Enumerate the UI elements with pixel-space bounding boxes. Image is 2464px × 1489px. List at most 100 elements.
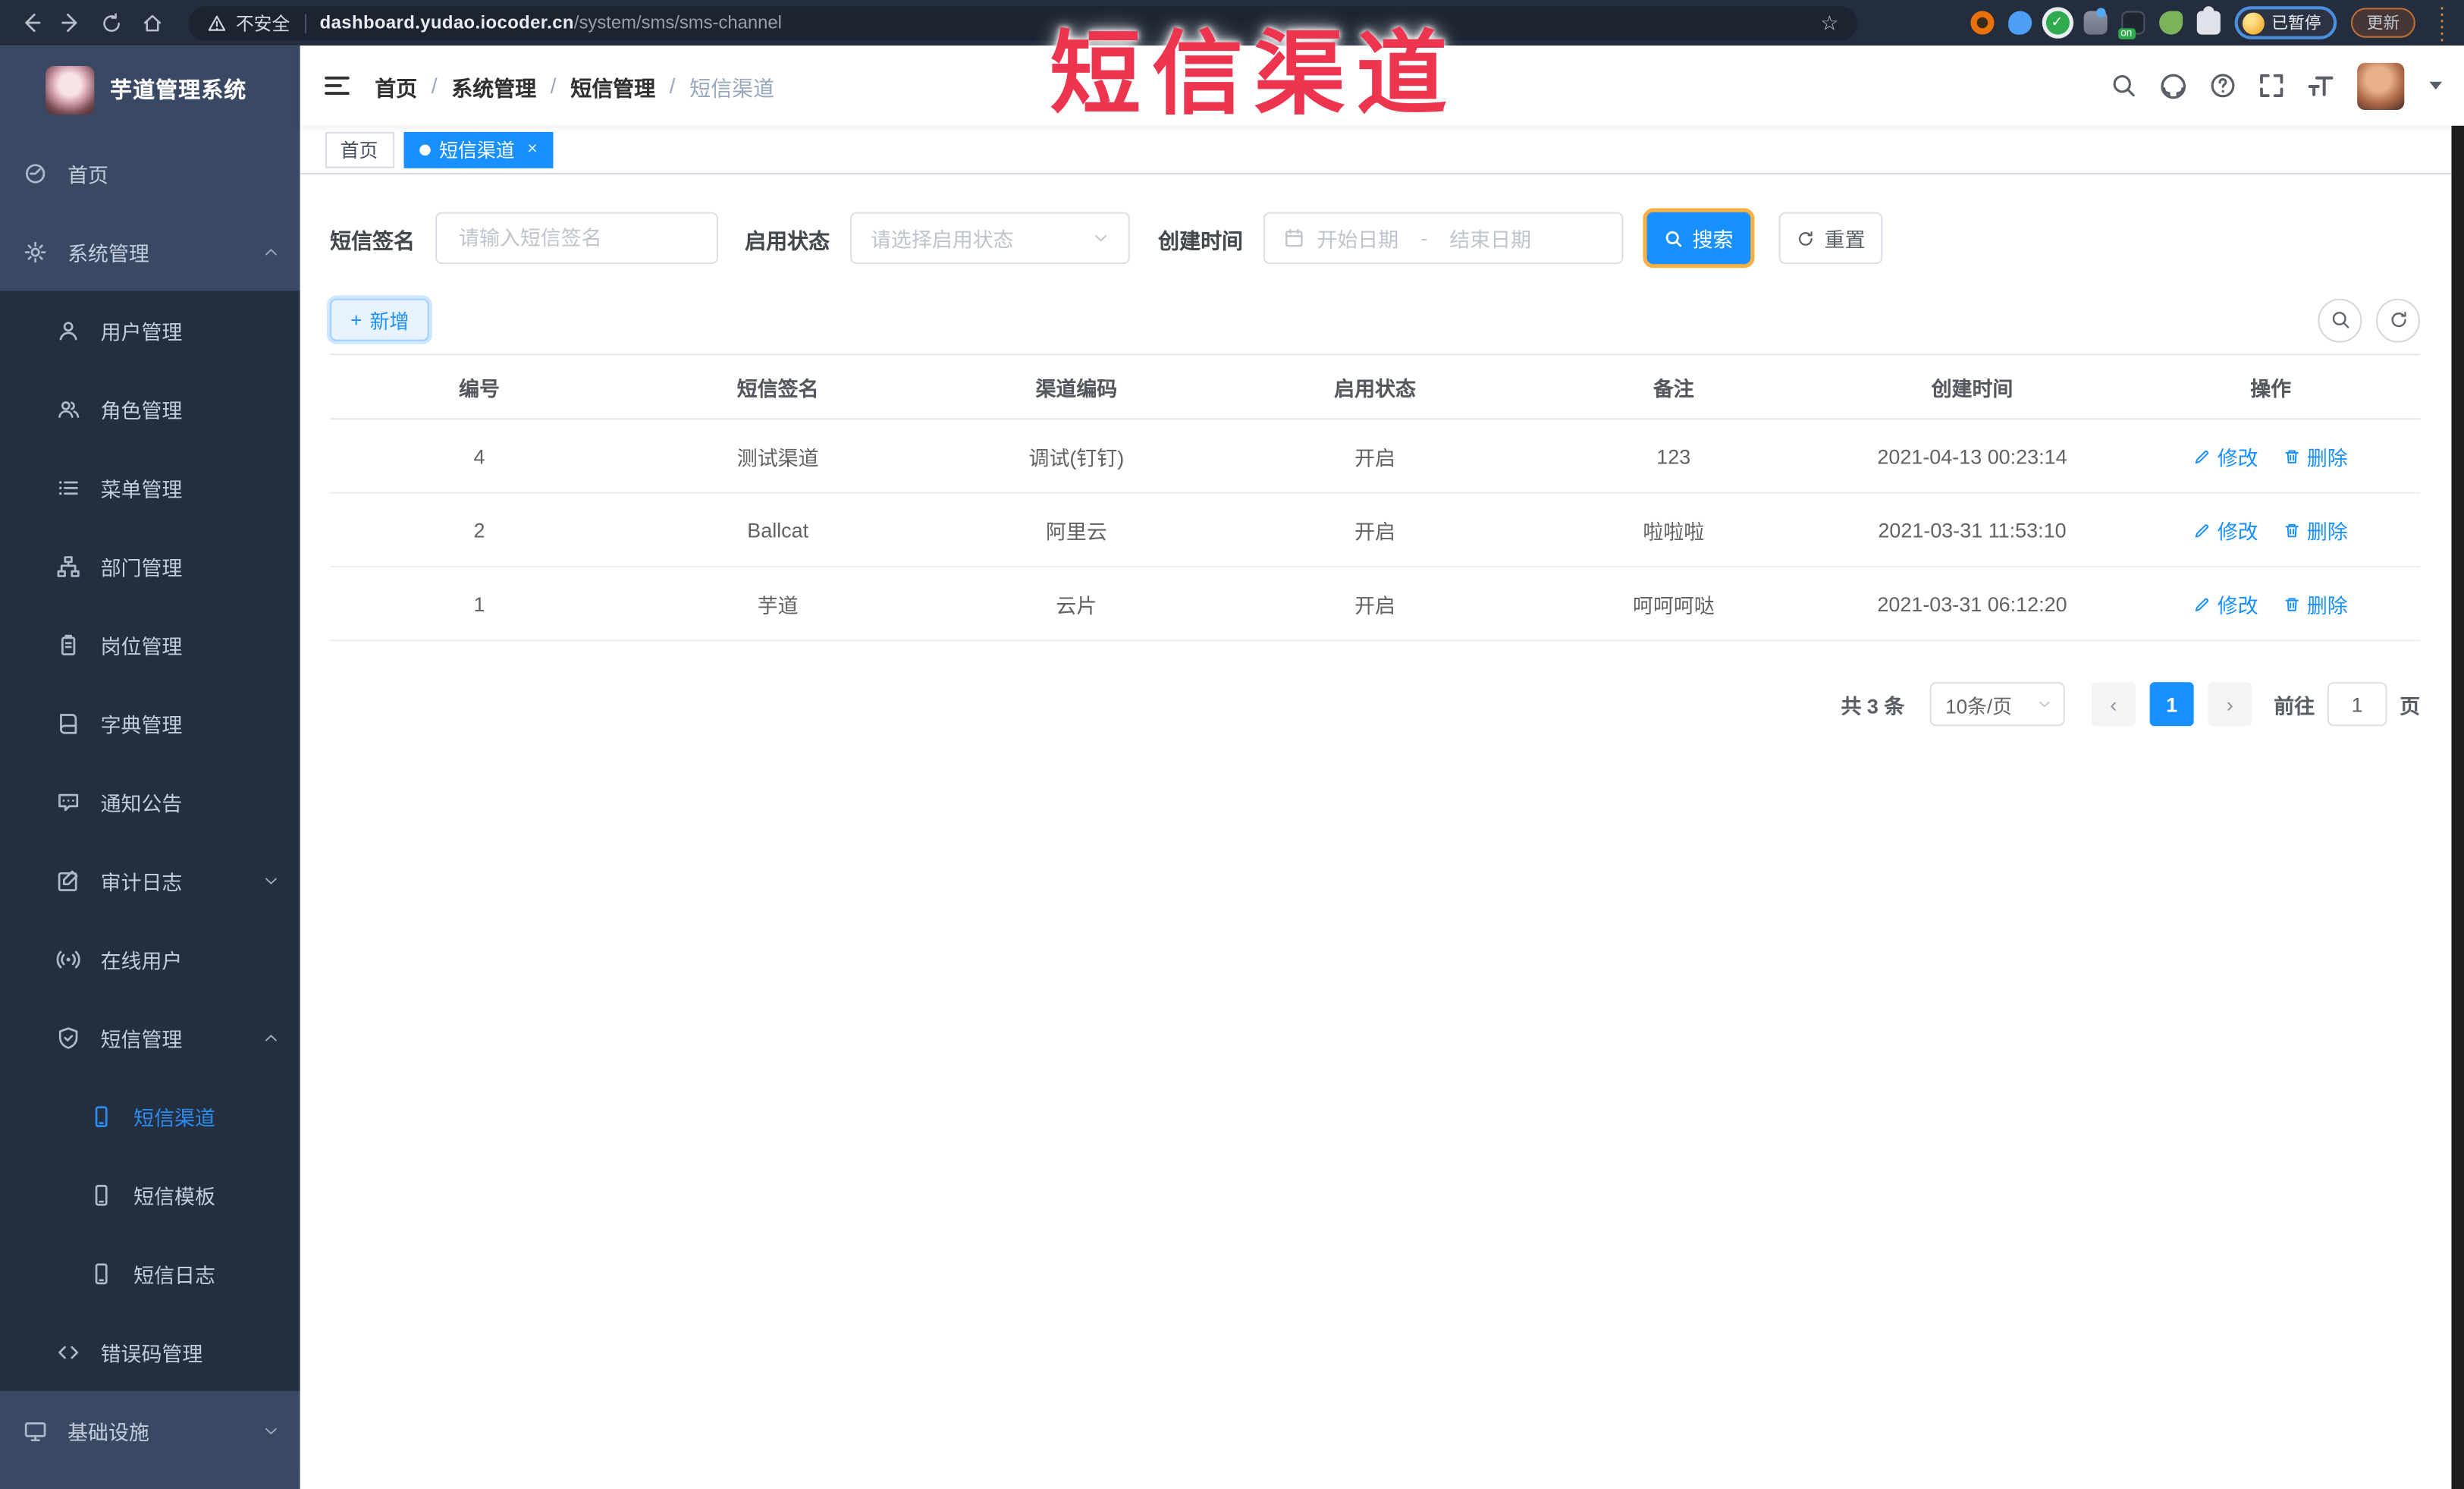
github-icon[interactable] bbox=[2159, 71, 2187, 99]
add-button[interactable]: + 新增 bbox=[330, 298, 430, 341]
breadcrumb-system[interactable]: 系统管理 bbox=[451, 70, 536, 101]
search-button[interactable]: 搜索 bbox=[1646, 212, 1751, 265]
sidebar-item-menus[interactable]: 菜单管理 bbox=[0, 448, 300, 527]
table-toolbar: + 新增 bbox=[330, 297, 2421, 342]
col-signature: 短信签名 bbox=[736, 376, 819, 401]
calendar-icon bbox=[1284, 228, 1304, 248]
sidebar-item-departments[interactable]: 部门管理 bbox=[0, 526, 300, 605]
bookmark-star-icon[interactable]: ☆ bbox=[1820, 10, 1838, 35]
date-end-placeholder: 结束日期 bbox=[1449, 228, 1532, 252]
extension-leaf-icon[interactable] bbox=[2158, 11, 2183, 35]
status-label: 启用状态 bbox=[745, 228, 830, 253]
sign-input[interactable] bbox=[455, 225, 698, 252]
fullscreen-icon[interactable] bbox=[2258, 72, 2285, 99]
page-1-button[interactable]: 1 bbox=[2149, 682, 2194, 727]
total-count: 共 3 条 bbox=[1841, 693, 1905, 718]
col-channel-code: 渠道编码 bbox=[1035, 376, 1118, 401]
sidebar-item-sms-template[interactable]: 短信模板 bbox=[0, 1155, 300, 1234]
sidebar-item-dict[interactable]: 字典管理 bbox=[0, 683, 300, 762]
extension-onetab-icon[interactable]: on bbox=[2117, 11, 2145, 39]
table-row: 2 Ballcat 阿里云 开启 啦啦啦 2021-03-31 11:53:10… bbox=[330, 494, 2421, 568]
sidebar-item-sms-channel[interactable]: 短信渠道 bbox=[0, 1076, 300, 1155]
edit-link[interactable]: 修改 bbox=[2194, 515, 2258, 545]
caret-down-icon[interactable] bbox=[2429, 81, 2443, 90]
delete-link[interactable]: 删除 bbox=[2284, 441, 2348, 470]
breadcrumb-current: 短信渠道 bbox=[689, 76, 775, 100]
font-size-icon[interactable] bbox=[2307, 71, 2335, 99]
sidebar-item-sms[interactable]: 短信管理 bbox=[0, 998, 300, 1077]
sidebar-item-roles[interactable]: 角色管理 bbox=[0, 369, 300, 448]
pagination: 共 3 条 10条/页 ‹ 1 › 前往 页 bbox=[330, 682, 2420, 727]
col-id: 编号 bbox=[459, 376, 500, 401]
sidebar-item-audit-log[interactable]: 审计日志 bbox=[0, 841, 300, 920]
chevron-down-icon bbox=[1092, 230, 1110, 247]
browser-home-icon[interactable] bbox=[132, 2, 173, 43]
code-icon bbox=[57, 1340, 80, 1363]
next-page-button[interactable]: › bbox=[2208, 682, 2252, 727]
sidebar-item-infra[interactable]: 基础设施 bbox=[0, 1391, 300, 1470]
edit-link[interactable]: 修改 bbox=[2194, 589, 2258, 618]
extensions-puzzle-icon[interactable] bbox=[2196, 6, 2220, 35]
tag-close-icon[interactable]: × bbox=[527, 140, 537, 159]
help-icon[interactable] bbox=[2209, 72, 2236, 99]
date-label: 创建时间 bbox=[1158, 228, 1244, 253]
table-row: 4 测试渠道 调试(钉钉) 开启 123 2021-04-13 00:23:14… bbox=[330, 419, 2421, 494]
tag-home[interactable]: 首页 bbox=[324, 131, 394, 168]
sidebar-item-home[interactable]: 首页 bbox=[0, 134, 300, 212]
address-divider bbox=[303, 13, 306, 33]
browser-reload-icon[interactable] bbox=[91, 2, 132, 43]
extension-orange-icon[interactable] bbox=[1970, 11, 1994, 35]
goto-label: 前往 bbox=[2274, 693, 2315, 718]
col-remark: 备注 bbox=[1653, 376, 1694, 401]
sidebar-item-system[interactable]: 系统管理 bbox=[0, 212, 300, 291]
header-search-icon[interactable] bbox=[2111, 72, 2137, 99]
toolbar-right bbox=[2318, 297, 2421, 342]
profile-status: 已暂停 bbox=[2271, 14, 2321, 33]
phone-icon bbox=[89, 1104, 113, 1128]
prev-page-button[interactable]: ‹ bbox=[2091, 682, 2136, 727]
browser-menu-icon[interactable]: ⋮ ⋮ bbox=[2433, 4, 2452, 42]
sidebar-spacer bbox=[0, 1469, 300, 1489]
sidebar-item-notice[interactable]: 通知公告 bbox=[0, 762, 300, 841]
browser-forward-icon[interactable] bbox=[50, 2, 91, 43]
reset-button[interactable]: 重置 bbox=[1778, 212, 1883, 265]
address-bar[interactable]: 不安全 dashboard.yudao.iocoder.cn/system/sm… bbox=[188, 5, 1858, 40]
update-button[interactable]: 更新 bbox=[2350, 8, 2415, 38]
profile-chip[interactable]: 已暂停 bbox=[2233, 6, 2337, 39]
toggle-search-button[interactable] bbox=[2318, 297, 2362, 342]
sidebar-item-error-code[interactable]: 错误码管理 bbox=[0, 1312, 300, 1391]
refresh-button[interactable] bbox=[2376, 297, 2421, 342]
app-logo-row[interactable]: 芋道管理系统 bbox=[0, 46, 300, 134]
user-avatar[interactable] bbox=[2357, 61, 2405, 110]
extension-check-icon[interactable]: ✓ bbox=[2045, 11, 2069, 35]
sidebar-item-users[interactable]: 用户管理 bbox=[0, 291, 300, 369]
hamburger-icon[interactable] bbox=[323, 72, 350, 99]
browser-scrollbar[interactable] bbox=[2451, 125, 2464, 1489]
sidebar-item-online-users[interactable]: 在线用户 bbox=[0, 919, 300, 998]
breadcrumb-home[interactable]: 首页 bbox=[375, 70, 417, 101]
table-row: 1 芋道 云片 开启 呵呵呵哒 2021-03-31 06:12:20 修改 删… bbox=[330, 567, 2421, 642]
delete-link[interactable]: 删除 bbox=[2284, 515, 2348, 545]
extension-pin-icon[interactable] bbox=[2007, 11, 2032, 35]
status-select[interactable]: 请选择启用状态 bbox=[850, 212, 1130, 265]
date-range-picker[interactable]: 开始日期 - 结束日期 bbox=[1263, 212, 1624, 265]
edit-link[interactable]: 修改 bbox=[2194, 441, 2258, 470]
gear-icon bbox=[24, 240, 47, 263]
extensions-area: ✓ on 已暂停 更新 ⋮ ⋮ bbox=[1970, 0, 2451, 46]
col-actions: 操作 bbox=[2250, 376, 2292, 401]
sidebar-item-sms-log[interactable]: 短信日志 bbox=[0, 1234, 300, 1313]
page-size-select[interactable]: 10条/页 bbox=[1929, 682, 2065, 727]
breadcrumb-sms[interactable]: 短信管理 bbox=[570, 70, 655, 101]
sidebar-item-posts[interactable]: 岗位管理 bbox=[0, 605, 300, 684]
app-title: 芋道管理系统 bbox=[110, 77, 247, 102]
browser-back-icon[interactable] bbox=[9, 2, 50, 43]
shield-icon bbox=[57, 1026, 80, 1049]
delete-link[interactable]: 删除 bbox=[2284, 589, 2348, 618]
monitor-icon bbox=[24, 1418, 47, 1442]
tag-sms-channel[interactable]: 短信渠道 × bbox=[403, 131, 554, 168]
app-window: 芋道管理系统 首页 系统管理 用户管理 角色管理 菜单管理 部门管理 岗位管理 … bbox=[0, 46, 2464, 1489]
chat-bubble-icon bbox=[57, 790, 80, 813]
extension-grid-icon[interactable] bbox=[2083, 8, 2107, 35]
not-secure-icon bbox=[208, 14, 226, 30]
goto-page-input[interactable] bbox=[2327, 682, 2387, 727]
